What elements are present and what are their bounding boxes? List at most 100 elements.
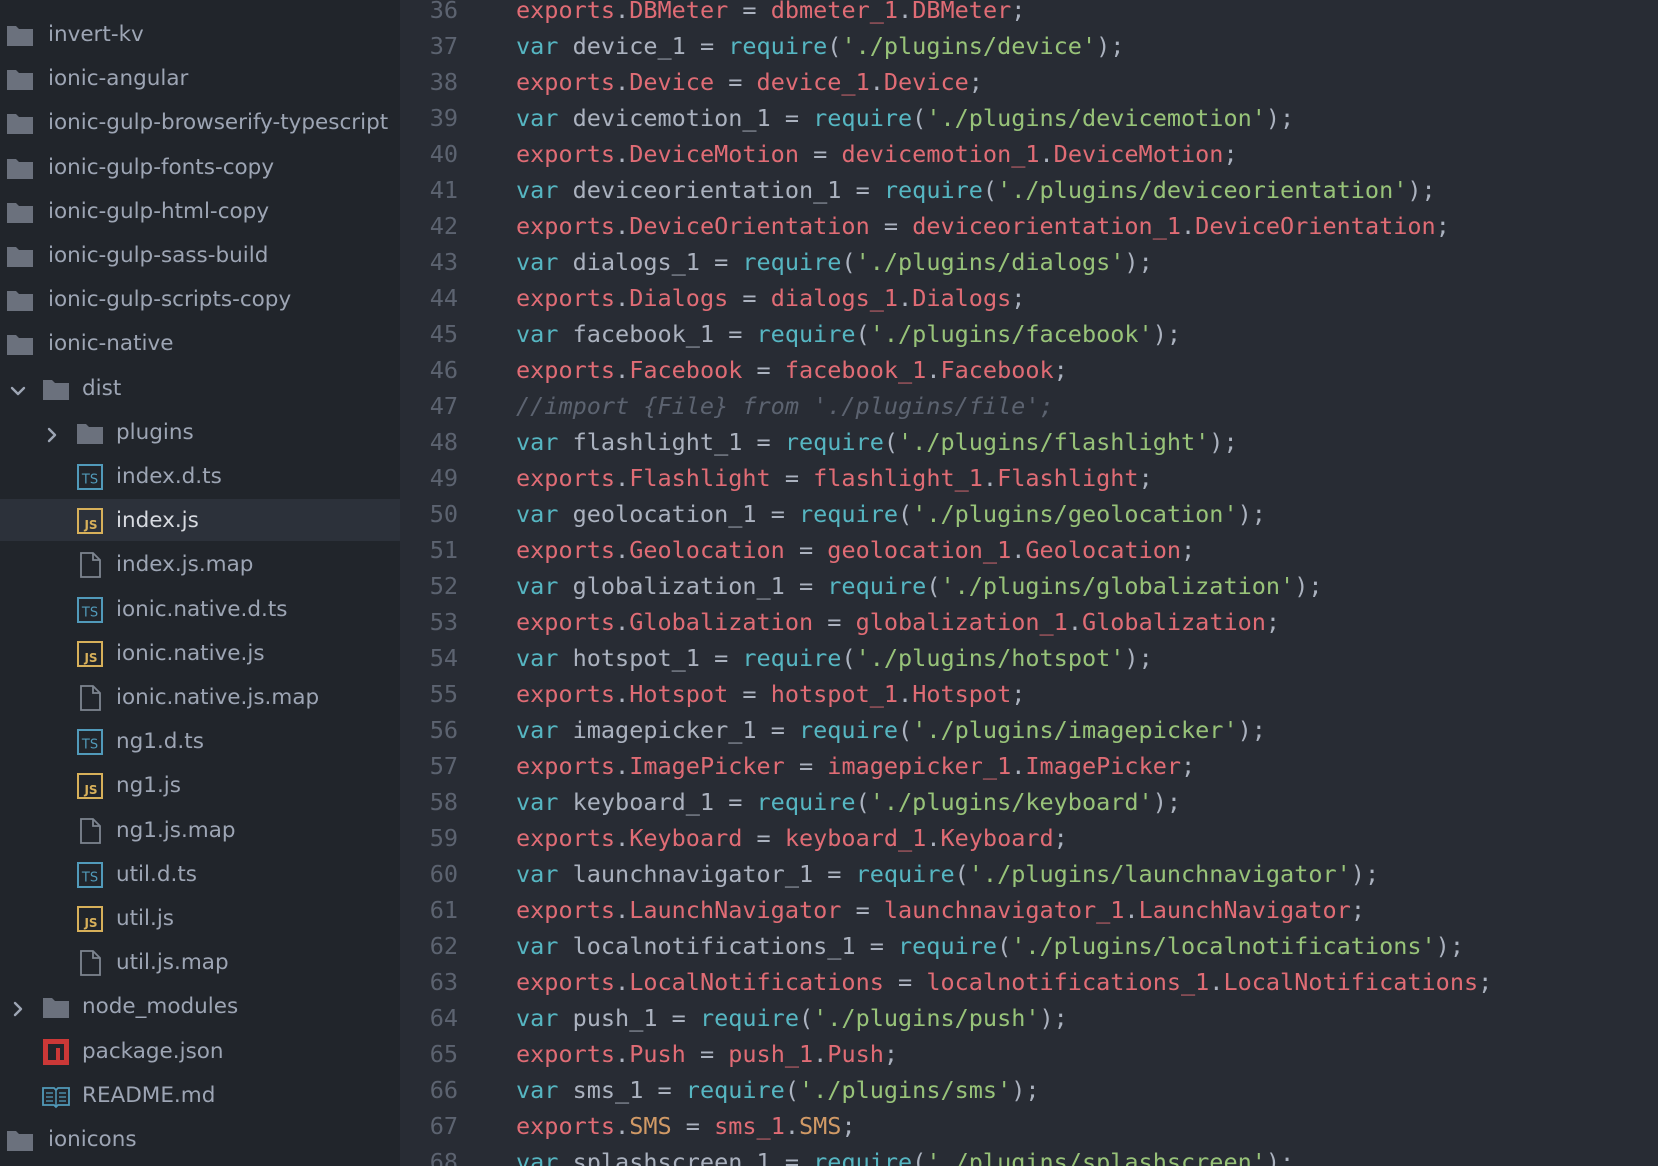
chevron-right-icon[interactable] — [44, 424, 60, 442]
tree-item-node-modules[interactable]: node_modules — [0, 985, 400, 1027]
file-tree-panel[interactable]: invert-kv ionic-angular ionic-gulp-browser… — [0, 0, 400, 1166]
code-token: Facebook — [940, 356, 1054, 384]
code-token: . — [869, 68, 884, 96]
code-token: './plugins/deviceorientation' — [997, 176, 1408, 204]
tree-item-ng1-d-ts[interactable]: TS ng1.d.ts — [0, 720, 400, 762]
code-token: dialogs_1 — [770, 284, 899, 312]
tree-item-index-js[interactable]: JS index.js — [0, 499, 400, 542]
code-line[interactable]: 49 exports.Flashlight = flashlight_1.Flas… — [400, 460, 1658, 496]
javascript-file-icon: JS — [76, 773, 104, 800]
tree-item-ng1-js-map[interactable]: ng1.js.map — [0, 809, 400, 851]
tree-item-label: plugins — [116, 419, 194, 445]
code-line[interactable]: 61 exports.LaunchNavigator = launchnaviga… — [400, 892, 1658, 928]
code-line[interactable]: 48 var flashlight_1 = require('./plugins/… — [400, 424, 1658, 460]
code-line[interactable]: 59 exports.Keyboard = keyboard_1.Keyboard… — [400, 820, 1658, 856]
code-line[interactable]: 58 var keyboard_1 = require('./plugins/ke… — [400, 784, 1658, 820]
code-line[interactable]: 62 var localnotifications_1 = require('./… — [400, 928, 1658, 964]
line-number: 52 — [429, 572, 458, 600]
code-line[interactable]: 56 var imagepicker_1 = require('./plugins… — [400, 712, 1658, 748]
tree-item-util-js-map[interactable]: util.js.map — [0, 941, 400, 983]
code-line[interactable]: 60 var launchnavigator_1 = require('./plu… — [400, 856, 1658, 892]
code-token: require — [813, 1148, 913, 1166]
code-line[interactable]: 64 var push_1 = require('./plugins/push')… — [400, 1000, 1658, 1036]
code-token: ; — [1053, 824, 1068, 852]
code-line[interactable]: 46 exports.Facebook = facebook_1.Facebook… — [400, 352, 1658, 388]
code-line[interactable]: 54 var hotspot_1 = require('./plugins/hot… — [400, 640, 1658, 676]
code-token: LaunchNavigator — [629, 896, 842, 924]
code-token: var — [516, 932, 559, 960]
code-token: . — [615, 1040, 630, 1068]
code-token: geolocation_1 — [827, 536, 1012, 564]
code-line[interactable]: 55 exports.Hotspot = hotspot_1.Hotspot; — [400, 676, 1658, 712]
code-line[interactable]: 45 var facebook_1 = require('./plugins/fa… — [400, 316, 1658, 352]
code-line[interactable]: 38 exports.Device = device_1.Device; — [400, 64, 1658, 100]
tree-item-label: index.js — [116, 508, 199, 534]
code-token: ( — [784, 1076, 799, 1104]
tree-item-package-json[interactable]: package.json — [0, 1030, 400, 1072]
code-line[interactable]: 42 exports.DeviceOrientation = deviceorie… — [400, 208, 1658, 244]
tree-item-label: ng1.d.ts — [116, 729, 204, 755]
code-token: Push — [629, 1040, 686, 1068]
tree-item-ionic-gulp-scripts-copy[interactable]: ionic-gulp-scripts-copy — [0, 278, 400, 320]
chevron-down-icon[interactable] — [10, 380, 26, 396]
code-token: ); — [1039, 1004, 1068, 1032]
tree-item-ionic-native-js[interactable]: JS ionic.native.js — [0, 632, 400, 674]
code-line[interactable]: 51 exports.Geolocation = geolocation_1.Ge… — [400, 532, 1658, 568]
code-token: ( — [898, 500, 913, 528]
tree-item-ionic-gulp-fonts-copy[interactable]: ionic-gulp-fonts-copy — [0, 146, 400, 188]
code-token: './plugins/hotspot' — [855, 644, 1125, 672]
code-line[interactable]: 44 exports.Dialogs = dialogs_1.Dialogs; — [400, 280, 1658, 316]
tree-item-invert-kv[interactable]: invert-kv — [0, 13, 400, 55]
tree-item-ng1-js[interactable]: JS ng1.js — [0, 764, 400, 806]
code-line[interactable]: 47 //import {File} from './plugins/file'; — [400, 388, 1658, 424]
code-editor[interactable]: 36 exports.DBMeter = dbmeter_1.DBMeter; 37… — [400, 0, 1658, 1166]
code-token: exports — [516, 212, 616, 240]
code-token: = — [827, 860, 856, 888]
tree-item-ionic-gulp-browserify-typescript[interactable]: ionic-gulp-browserify-typescript — [0, 101, 400, 143]
code-line[interactable]: 57 exports.ImagePicker = imagepicker_1.Im… — [400, 748, 1658, 784]
code-text: var launchnavigator_1 = require('./plugi… — [516, 859, 1379, 889]
code-line[interactable]: 50 var geolocation_1 = require('./plugins… — [400, 496, 1658, 532]
code-token: Geolocation — [629, 536, 785, 564]
tree-item-index-d-ts[interactable]: TS index.d.ts — [0, 455, 400, 497]
code-token: hotspot_1 — [770, 680, 899, 708]
code-line[interactable]: 63 exports.LocalNotifications = localnoti… — [400, 964, 1658, 1000]
code-line[interactable]: 40 exports.DeviceMotion = devicemotion_1.… — [400, 136, 1658, 172]
code-token: ( — [982, 176, 998, 204]
tree-item-ionic-gulp-sass-build[interactable]: ionic-gulp-sass-build — [0, 234, 400, 276]
tree-item-label: node_modules — [82, 994, 239, 1020]
code-token: sms_1 — [714, 1112, 785, 1140]
code-token: ( — [827, 32, 842, 60]
code-line[interactable]: 43 var dialogs_1 = require('./plugins/dia… — [400, 244, 1658, 280]
code-line[interactable]: 39 var devicemotion_1 = require('./plugin… — [400, 100, 1658, 136]
code-line[interactable]: 68 var splashscreen_1 = require('./plugin… — [400, 1144, 1658, 1166]
tree-item-ionicons[interactable]: ionicons — [0, 1118, 400, 1160]
code-line[interactable]: 36 exports.DBMeter = dbmeter_1.DBMeter; — [400, 0, 1658, 28]
tree-item-ionic-native-d-ts[interactable]: TS ionic.native.d.ts — [0, 588, 400, 630]
tree-item-ionic-gulp-html-copy[interactable]: ionic-gulp-html-copy — [0, 190, 400, 232]
line-number: 60 — [429, 860, 458, 888]
tree-item-ionic-native-js-map[interactable]: ionic.native.js.map — [0, 676, 400, 718]
tree-item-ionic-angular[interactable]: ionic-angular — [0, 57, 400, 99]
tree-item-ionic-native[interactable]: ionic-native — [0, 322, 400, 364]
code-line[interactable]: 67 exports.SMS = sms_1.SMS; — [400, 1108, 1658, 1144]
code-token: var — [516, 644, 559, 672]
chevron-right-icon[interactable] — [10, 998, 26, 1017]
code-line[interactable]: 53 exports.Globalization = globalization_… — [400, 604, 1658, 640]
code-token: = — [671, 1004, 700, 1032]
code-line[interactable]: 41 var deviceorientation_1 = require('./p… — [400, 172, 1658, 208]
code-token: = — [883, 968, 927, 996]
code-line[interactable]: 37 var device_1 = require('./plugins/devi… — [400, 28, 1658, 64]
tree-item-readme-md[interactable]: README.md — [0, 1074, 400, 1116]
svg-text:TS: TS — [81, 870, 98, 885]
code-line[interactable]: 52 var globalization_1 = require('./plugi… — [400, 568, 1658, 604]
tree-item-util-js[interactable]: JS util.js — [0, 897, 400, 939]
tree-item-index-js-map[interactable]: index.js.map — [0, 543, 400, 585]
code-text: exports.Facebook = facebook_1.Facebook; — [516, 355, 1068, 385]
tree-item-dist[interactable]: dist — [0, 367, 400, 409]
code-token: Dialogs — [912, 284, 1012, 312]
tree-item-plugins[interactable]: plugins — [0, 411, 400, 453]
code-line[interactable]: 65 exports.Push = push_1.Push; — [400, 1036, 1658, 1072]
tree-item-util-d-ts[interactable]: TS util.d.ts — [0, 853, 400, 895]
code-line[interactable]: 66 var sms_1 = require('./plugins/sms'); — [400, 1072, 1658, 1108]
